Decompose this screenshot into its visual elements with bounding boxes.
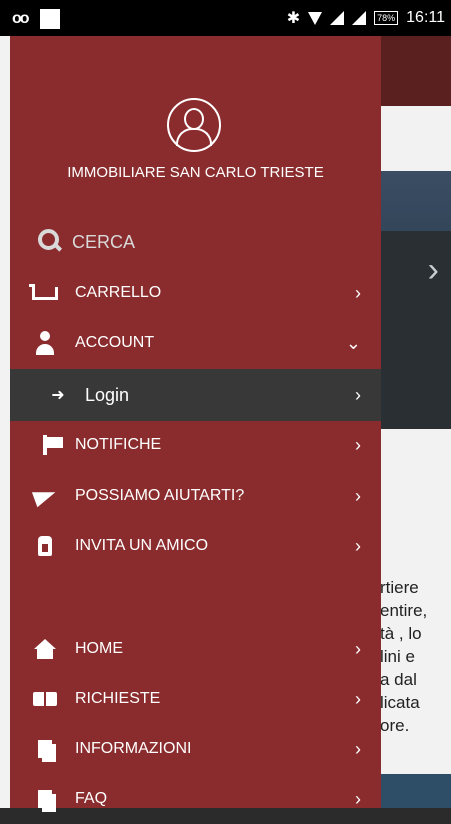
- navigation-drawer: IMMOBILIARE SAN CARLO TRIESTE CERCA CARR…: [10, 36, 381, 809]
- menu-item-invita[interactable]: INVITA UN AMICO ›: [10, 521, 381, 571]
- app-toolbar: [380, 36, 451, 106]
- login-icon: ➜: [51, 387, 65, 404]
- bottom-bar: [380, 774, 451, 808]
- shop-name: IMMOBILIARE SAN CARLO TRIESTE: [67, 164, 324, 181]
- description-text: rtiere entire, tà , lo lini e a dal lica…: [380, 578, 428, 735]
- book-icon: [32, 687, 58, 711]
- menu-item-faq[interactable]: FAQ ›: [10, 774, 381, 824]
- user-icon: [32, 331, 58, 355]
- menu-item-richieste[interactable]: RICHIESTE ›: [10, 674, 381, 724]
- menu-item-login[interactable]: ➜ Login ›: [10, 369, 381, 421]
- chevron-right-icon: ›: [355, 535, 361, 556]
- menu-item-informazioni[interactable]: INFORMAZIONI ›: [10, 724, 381, 774]
- chevron-right-icon: ›: [355, 485, 361, 506]
- menu-item-aiuto[interactable]: POSSIAMO AIUTARTI? ›: [10, 471, 381, 521]
- chevron-right-icon: ›: [355, 638, 361, 659]
- battery-indicator: 78%: [374, 11, 399, 25]
- search-icon: [38, 229, 64, 255]
- menu-item-carrello[interactable]: CARRELLO ›: [10, 268, 381, 318]
- chevron-right-icon: ›: [355, 384, 361, 405]
- search-button[interactable]: CERCA: [38, 229, 135, 255]
- notification-icon: [39, 9, 60, 29]
- menu-item-home[interactable]: HOME ›: [10, 624, 381, 674]
- bluetooth-icon: ✱: [286, 10, 301, 27]
- chevron-right-icon: ›: [355, 788, 361, 809]
- faq-icon: [32, 787, 58, 811]
- voicemail-icon: oo: [12, 10, 29, 27]
- menu-item-notifiche[interactable]: NOTIFICHE ›: [10, 420, 381, 470]
- clock: 16:11: [406, 9, 445, 26]
- chevron-right-icon: ›: [355, 738, 361, 759]
- property-photo[interactable]: ›: [380, 171, 451, 429]
- signal-icon-2: [352, 11, 367, 25]
- search-label: CERCA: [72, 231, 136, 252]
- chevron-right-icon[interactable]: ›: [428, 251, 439, 290]
- paper-plane-icon: [31, 484, 59, 508]
- chevron-down-icon: ⌄: [345, 332, 361, 353]
- home-icon: [32, 637, 58, 661]
- documents-icon: [32, 737, 58, 761]
- chevron-right-icon: ›: [355, 282, 361, 303]
- avatar-icon[interactable]: [167, 98, 221, 152]
- cart-icon: [29, 281, 58, 305]
- menu-item-account[interactable]: ACCOUNT ⌄: [10, 318, 381, 368]
- invite-user-icon: [32, 534, 58, 558]
- chevron-right-icon: ›: [355, 688, 361, 709]
- wifi-icon: [308, 11, 323, 25]
- flag-icon: [32, 433, 63, 457]
- building-image: [380, 231, 451, 429]
- status-bar: oo ✱ 78% 16:11: [0, 0, 451, 36]
- signal-icon: [330, 11, 345, 25]
- chevron-right-icon: ›: [355, 434, 361, 455]
